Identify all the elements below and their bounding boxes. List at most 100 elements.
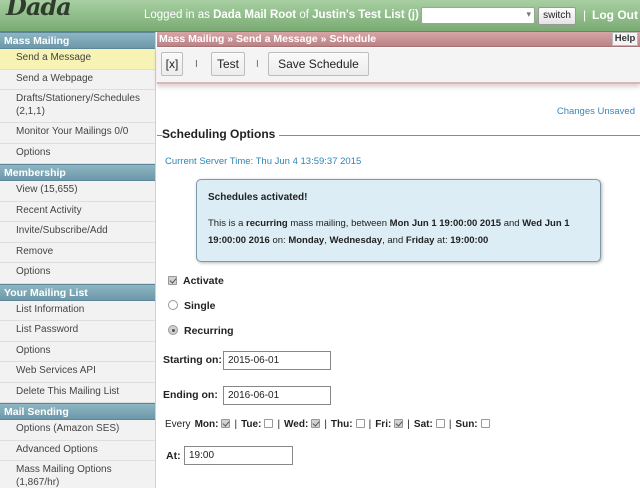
starting-on-label: Starting on: [163, 354, 222, 366]
logout-separator: | [583, 8, 587, 22]
toolbar: [x] I Test I Save Schedule [157, 48, 640, 84]
sidebar-item-invite-subscribe-add[interactable]: Invite/Subscribe/Add [0, 222, 155, 243]
login-of: of [296, 9, 313, 21]
day-separator: | [407, 419, 410, 430]
sidebar-item-advanced-options[interactable]: Advanced Options [0, 441, 155, 461]
login-status: Logged in as Dada Mail Root of Justin's … [144, 9, 419, 21]
schedule-notice: Schedules activated! This is a recurring… [196, 179, 601, 262]
sidebar-item-mass-mailing-options[interactable]: Options [0, 144, 155, 164]
day-label-fri: Fri: [375, 419, 392, 430]
sidebar-item-delete-mailing-list[interactable]: Delete This Mailing List [0, 383, 155, 403]
server-time: Current Server Time: Thu Jun 4 13:59:37 … [165, 156, 362, 167]
login-list: Justin's Test List (j) [312, 9, 419, 21]
sidebar-item-drafts[interactable]: Drafts/Stationery/Schedules (2,1,1) [0, 90, 155, 123]
sidebar-item-send-a-message[interactable]: Send a Message [0, 49, 155, 70]
day-checkbox-fri[interactable] [394, 419, 404, 428]
activate-checkbox[interactable] [168, 276, 177, 285]
starting-on-input[interactable]: 2015-06-01 [223, 351, 331, 370]
sidebar-section-mail-sending[interactable]: Mail Sending [0, 403, 155, 420]
sidebar-item-web-services-api[interactable]: Web Services API [0, 362, 155, 383]
notice-text: , and [382, 235, 406, 246]
notice-text: at: [434, 235, 451, 246]
top-bar: Dada Logged in as Dada Mail Root of Just… [0, 0, 640, 32]
list-switch-select[interactable]: ▾ [421, 7, 535, 24]
notice-body: This is a recurring mass mailing, betwee… [208, 215, 589, 249]
activate-label: Activate [183, 275, 224, 287]
toolbar-separator: I [256, 59, 259, 70]
day-label-sat: Sat: [413, 419, 433, 430]
main-content: Mass Mailing » Send a Message » Schedule… [157, 32, 640, 488]
day-label-tue: Tue: [241, 419, 262, 430]
day-separator: | [368, 419, 372, 430]
notice-text: and [501, 218, 523, 229]
sidebar-item-list-information[interactable]: List Information [0, 301, 155, 321]
sidebar-item-remove[interactable]: Remove [0, 243, 155, 263]
activate-option[interactable]: Activate [168, 275, 224, 287]
sidebar-item-mass-mailing-sending-options[interactable]: Mass Mailing Options (1,867/hr) [0, 461, 155, 488]
sidebar-item-monitor-mailings[interactable]: Monitor Your Mailings 0/0 [0, 123, 155, 144]
save-schedule-button[interactable]: Save Schedule [268, 52, 369, 76]
sidebar: Mass Mailing Send a Message Send a Webpa… [0, 32, 156, 488]
single-option[interactable]: Single [168, 300, 216, 312]
ending-on-label: Ending on: [163, 389, 218, 401]
day-checkbox-sun[interactable] [480, 419, 490, 428]
notice-text: on: [269, 235, 289, 246]
toolbar-separator: I [195, 59, 198, 70]
sidebar-item-membership-options[interactable]: Options [0, 263, 155, 284]
day-separator: | [448, 419, 452, 430]
day-label-wed: Wed: [284, 419, 309, 430]
close-button[interactable]: [x] [161, 52, 183, 76]
login-user: Dada Mail Root [213, 9, 297, 21]
single-label: Single [184, 300, 216, 312]
every-label: Every [165, 419, 191, 430]
section-title: Scheduling Options [162, 127, 280, 141]
notice-start: Mon Jun 1 19:00:00 2015 [389, 218, 502, 229]
sidebar-section-membership[interactable]: Membership [0, 164, 155, 181]
day-checkbox-tue[interactable] [264, 419, 274, 428]
notice-day: Friday [405, 235, 435, 246]
at-label: At: [166, 450, 181, 462]
sidebar-item-send-a-webpage[interactable]: Send a Webpage [0, 70, 155, 90]
login-prefix: Logged in as [144, 9, 214, 21]
day-separator: | [324, 419, 327, 430]
breadcrumb: Mass Mailing » Send a Message » Schedule… [157, 32, 640, 47]
day-checkbox-thu[interactable] [355, 419, 365, 428]
sidebar-item-list-options[interactable]: Options [0, 342, 155, 362]
dada-mail-logo[interactable]: Dada [6, 0, 72, 21]
breadcrumb-text: Mass Mailing » Send a Message » Schedule [159, 33, 377, 45]
day-checkbox-sat[interactable] [435, 419, 445, 428]
test-button[interactable]: Test [211, 52, 245, 76]
sidebar-item-list-password[interactable]: List Password [0, 321, 155, 342]
day-checkbox-mon[interactable] [221, 419, 231, 428]
notice-text: This is a [208, 218, 247, 229]
at-time-input[interactable]: 19:00 [184, 446, 293, 465]
sidebar-item-view[interactable]: View (15,655) [0, 181, 155, 202]
day-checkbox-wed[interactable] [311, 419, 321, 428]
changes-status: Changes Unsaved [556, 106, 635, 117]
recurring-radio[interactable] [168, 325, 178, 335]
notice-day: Wednesday [329, 235, 383, 246]
weekday-selector: Every Mon: | Tue: | Wed: | Thu: | Fri: | Sat: | Sun: [165, 419, 490, 430]
notice-time: 19:00:00 [450, 235, 489, 246]
help-button[interactable]: Help [612, 32, 638, 46]
notice-title: Schedules activated! [208, 192, 308, 203]
single-radio[interactable] [168, 300, 178, 310]
day-label-sun: Sun: [455, 419, 478, 430]
notice-day: Monday [288, 235, 325, 246]
switch-button[interactable]: switch [538, 7, 576, 25]
day-separator: | [234, 419, 238, 430]
notice-mode: recurring [246, 218, 288, 229]
notice-text: mass mailing, between [287, 218, 390, 229]
sidebar-item-recent-activity[interactable]: Recent Activity [0, 202, 155, 222]
day-label-mon: Mon: [194, 419, 219, 430]
ending-on-input[interactable]: 2016-06-01 [223, 386, 331, 405]
day-label-thu: Thu: [330, 419, 353, 430]
sidebar-section-your-mailing-list[interactable]: Your Mailing List [0, 283, 155, 301]
log-out-link[interactable]: Log Out [592, 8, 638, 22]
sidebar-section-mass-mailing[interactable]: Mass Mailing [0, 32, 155, 49]
recurring-label: Recurring [184, 325, 234, 337]
day-separator: | [277, 419, 281, 430]
sidebar-item-options-amazon-ses[interactable]: Options (Amazon SES) [0, 420, 155, 441]
select-arrow-icon: ▾ [526, 9, 531, 19]
recurring-option[interactable]: Recurring [168, 325, 234, 337]
